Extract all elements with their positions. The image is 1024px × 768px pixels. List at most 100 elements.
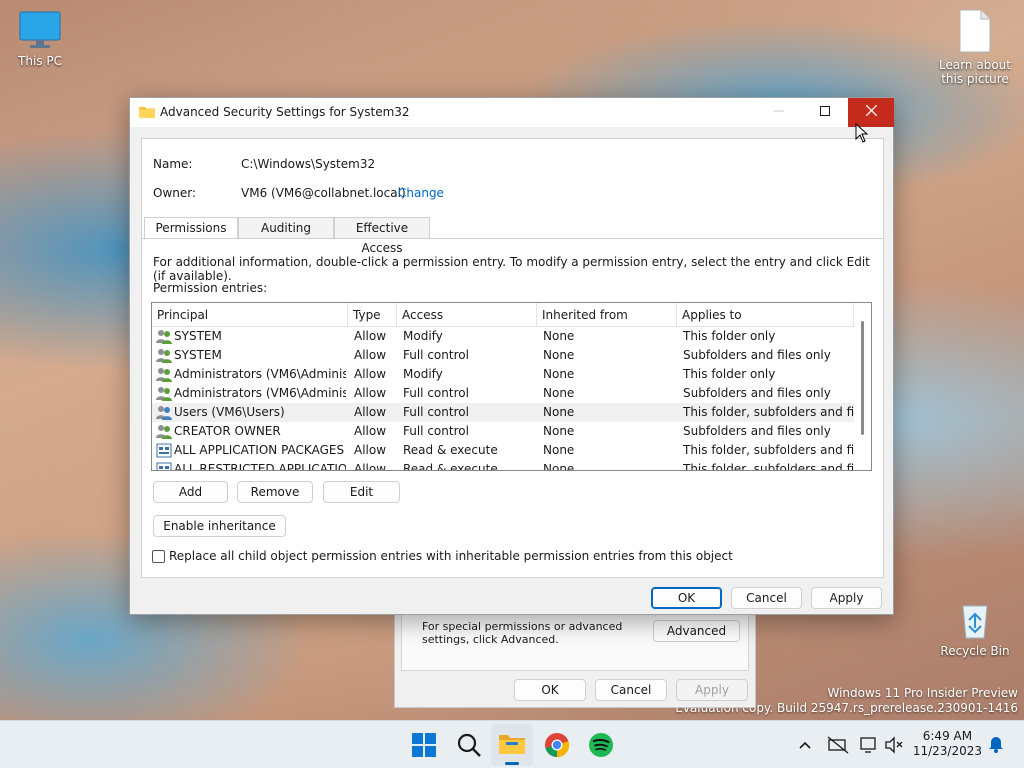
replace-child-permissions-checkbox[interactable] (152, 550, 165, 563)
tab-permissions[interactable]: Permissions (144, 217, 238, 240)
package-icon (156, 462, 172, 470)
cancel-button[interactable]: Cancel (731, 587, 802, 609)
ok-button[interactable]: OK (651, 587, 722, 609)
spotify-icon[interactable] (587, 731, 615, 759)
column-access[interactable]: Access (397, 303, 537, 327)
notification-bell-icon[interactable] (988, 735, 1004, 753)
replace-child-permissions-label[interactable]: Replace all child object permission entr… (169, 549, 733, 563)
advanced-button[interactable]: Advanced (653, 620, 740, 642)
properties-cancel-button[interactable]: Cancel (595, 679, 667, 701)
cell-access: Full control (403, 386, 469, 400)
chrome-icon[interactable] (543, 731, 571, 759)
cell-access: Full control (403, 405, 469, 419)
table-row[interactable]: SYSTEM Allow Full control None Subfolder… (152, 346, 854, 365)
taskbar-clock[interactable]: 6:49 AM 11/23/2023 (913, 729, 982, 759)
column-principal[interactable]: Principal (152, 303, 348, 327)
cell-principal: SYSTEM (174, 348, 222, 362)
users-icon (156, 330, 172, 344)
table-row[interactable]: ALL RESTRICTED APPLICATIO... Allow Read … (152, 460, 871, 471)
window-title: Advanced Security Settings for System32 (160, 105, 410, 119)
edit-button[interactable]: Edit (323, 481, 400, 503)
cell-type: Allow (354, 405, 387, 419)
folder-icon (139, 107, 155, 118)
cell-type: Allow (354, 462, 387, 471)
permission-entries-label: Permission entries: (153, 281, 268, 295)
table-row[interactable]: Administrators (VM6\Administ... Allow Mo… (152, 365, 854, 384)
properties-ok-button[interactable]: OK (514, 679, 586, 701)
table-row[interactable]: Administrators (VM6\Administ... Allow Fu… (152, 384, 854, 403)
clock-date: 11/23/2023 (912, 744, 982, 758)
search-icon[interactable] (455, 731, 483, 759)
cell-type: Allow (354, 329, 387, 343)
scrollbar-thumb[interactable] (861, 321, 864, 435)
advanced-security-settings-window: Advanced Security Settings for System32 … (129, 97, 894, 615)
advanced-note: For special permissions or advanced sett… (422, 620, 623, 646)
display-icon[interactable] (860, 736, 880, 754)
cell-type: Allow (354, 386, 387, 400)
cell-inherited: None (543, 462, 575, 471)
cell-access: Full control (403, 348, 469, 362)
cell-inherited: None (543, 348, 575, 362)
active-indicator (505, 762, 519, 765)
tab-auditing[interactable]: Auditing (238, 217, 334, 239)
desktop-icon-label: This PC (18, 54, 62, 68)
desktop-icon-this-pc[interactable]: This PC (0, 10, 80, 68)
cell-applies: This folder, subfolders and files (683, 462, 872, 471)
cell-applies: This folder only (683, 329, 776, 343)
package-icon (156, 443, 172, 458)
table-row[interactable]: ALL APPLICATION PACKAGES Allow Read & ex… (152, 441, 871, 460)
enable-inheritance-button[interactable]: Enable inheritance (153, 515, 286, 537)
add-button[interactable]: Add (153, 481, 228, 503)
content-panel: Name: C:\Windows\System32 Owner: VM6 (VM… (141, 138, 884, 578)
tab-effective-access[interactable]: Effective Access (334, 217, 430, 255)
title-bar[interactable]: Advanced Security Settings for System32 (130, 98, 894, 127)
permission-entries-list[interactable]: Principal Type Access Inherited from App… (151, 302, 872, 471)
clock-time: 6:49 AM (922, 729, 973, 743)
column-type[interactable]: Type (348, 303, 397, 327)
table-row[interactable]: SYSTEM Allow Modify None This folder onl… (152, 327, 854, 346)
column-applies-to[interactable]: Applies to (677, 303, 854, 327)
cell-applies: Subfolders and files only (683, 348, 831, 362)
owner-value: VM6 (VM6@collabnet.local) (241, 186, 406, 200)
maximize-button[interactable] (802, 98, 848, 127)
cell-type: Allow (354, 348, 387, 362)
cell-inherited: None (543, 367, 575, 381)
desktop-icon-learn-picture[interactable]: Learn about this picture (935, 8, 1015, 86)
list-header: Principal Type Access Inherited from App… (152, 303, 854, 327)
cell-inherited: None (543, 386, 575, 400)
start-icon[interactable] (410, 731, 438, 759)
change-owner-link[interactable]: Change (398, 186, 444, 200)
folder-icon (499, 735, 525, 754)
cell-type: Allow (354, 424, 387, 438)
cell-principal: CREATOR OWNER (174, 424, 281, 438)
cell-principal: Administrators (VM6\Administ... (174, 367, 346, 381)
apply-button[interactable]: Apply (811, 587, 882, 609)
table-row-selected[interactable]: Users (VM6\Users) Allow Full control Non… (152, 403, 871, 422)
cell-inherited: None (543, 405, 575, 419)
cell-access: Read & execute (403, 462, 498, 471)
vertical-scrollbar[interactable] (854, 303, 871, 470)
table-row[interactable]: CREATOR OWNER Allow Full control None Su… (152, 422, 854, 441)
cell-principal: ALL RESTRICTED APPLICATIO... (174, 462, 346, 471)
file-explorer-taskbar-button[interactable] (491, 724, 533, 766)
chevron-up-icon[interactable] (798, 739, 812, 751)
network-offline-icon[interactable] (827, 736, 849, 754)
cell-inherited: None (543, 424, 575, 438)
column-inherited-from[interactable]: Inherited from (537, 303, 677, 327)
desktop-icon-recycle-bin[interactable]: Recycle Bin (935, 600, 1015, 658)
cell-type: Allow (354, 443, 387, 457)
cell-access: Modify (403, 367, 443, 381)
monitor-icon (19, 11, 61, 48)
cell-applies: Subfolders and files only (683, 386, 831, 400)
remove-button[interactable]: Remove (237, 481, 313, 503)
info-text: For additional information, double-click… (153, 255, 870, 283)
speaker-muted-icon[interactable] (884, 736, 904, 754)
close-icon (865, 104, 877, 117)
desktop-icon-label: Learn about this picture (939, 58, 1011, 86)
properties-apply-button: Apply (676, 679, 748, 701)
users-icon (156, 387, 172, 401)
cell-applies: This folder, subfolders and files (683, 405, 872, 419)
cell-access: Modify (403, 329, 443, 343)
minimize-button[interactable] (756, 98, 802, 127)
tab-divider (142, 238, 883, 239)
